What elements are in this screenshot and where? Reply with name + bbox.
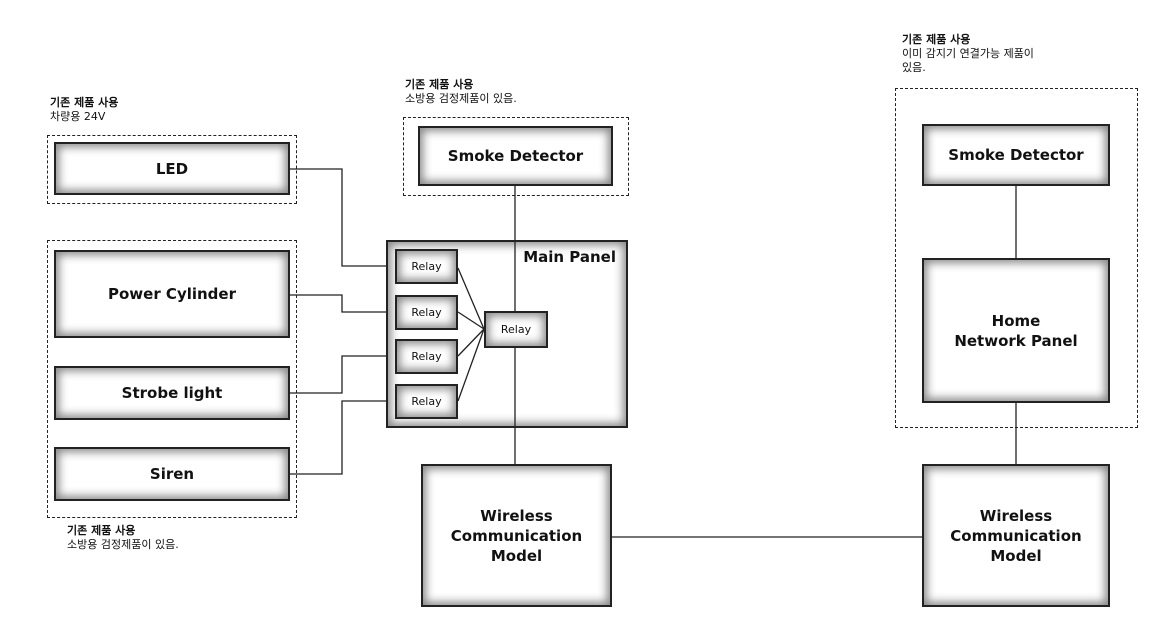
node-home-network-panel: Home Network Panel xyxy=(922,258,1110,403)
relay-3: Relay xyxy=(395,339,458,374)
node-smoke-detector-right: Smoke Detector xyxy=(922,124,1110,186)
relay-1: Relay xyxy=(395,249,458,284)
node-wireless-right: Wireless Communication Model xyxy=(922,464,1110,607)
node-wireless-left: Wireless Communication Model xyxy=(421,464,612,607)
relay-4: Relay xyxy=(395,384,458,419)
relay-center: Relay xyxy=(484,311,548,348)
system-diagram: 기존 제품 사용 차량용 24V 기존 제품 사용 소방용 검정제품이 있음. 기존… xyxy=(0,0,1168,627)
relay-2: Relay xyxy=(395,295,458,330)
